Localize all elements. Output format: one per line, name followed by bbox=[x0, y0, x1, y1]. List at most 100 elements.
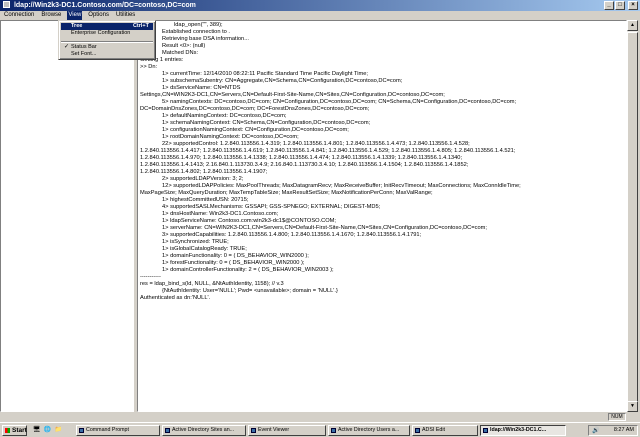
menu-utilities[interactable]: Utilities bbox=[115, 11, 136, 20]
task-label: Event Viewer bbox=[258, 427, 290, 433]
output-line: 1.2.840.113556.1.4.970; 1.2.840.113556.1… bbox=[140, 155, 463, 161]
event-viewer-icon bbox=[251, 428, 256, 433]
menu-item-tree-label: Tree bbox=[71, 23, 83, 29]
menu-item-enterprise-label: Enterprise Configuration bbox=[71, 30, 131, 36]
browser-icon[interactable]: 🌐 bbox=[43, 426, 52, 435]
taskbar-button-command-prompt[interactable]: Command Prompt bbox=[76, 425, 160, 436]
output-line: 1> ldapServiceName: Contoso.com:win2k3-d… bbox=[162, 218, 336, 224]
num-lock-indicator: NUM bbox=[608, 413, 626, 421]
ldp-icon bbox=[483, 428, 488, 433]
output-line: ----------- bbox=[140, 274, 161, 280]
start-label: Start bbox=[12, 427, 27, 434]
menu-item-set-font[interactable]: Set Font... bbox=[61, 51, 153, 58]
menu-view[interactable]: View bbox=[67, 11, 83, 20]
output-line: Settings,CN=WIN2K3-DC1,CN=Servers,CN=Def… bbox=[140, 92, 445, 98]
output-line: 1> dsServiceName: CN=NTDS bbox=[162, 85, 241, 91]
output-line: Authenticated as dn:'NULL'. bbox=[140, 295, 211, 301]
output-line: 1> isSynchronized: TRUE; bbox=[162, 239, 229, 245]
tree-pane[interactable] bbox=[0, 20, 134, 412]
status-bar: NUM bbox=[0, 412, 640, 422]
scroll-up-button[interactable]: ▲ bbox=[627, 20, 638, 31]
show-desktop-icon[interactable]: 🖥 bbox=[32, 426, 41, 435]
output-line: 1> isGlobalCatalogReady: TRUE; bbox=[162, 246, 247, 252]
output-line: 1> dnsHostName: Win2k3-DC1.Contoso.com; bbox=[162, 211, 279, 217]
title-bar[interactable]: ldap://Win2k3-DC1.Contoso.com/DC=contoso… bbox=[0, 0, 640, 11]
output-line: 1.2.840.113556.1.4.1413; 2.16.840.1.1137… bbox=[140, 162, 469, 168]
menu-item-set-font-label: Set Font... bbox=[71, 51, 97, 57]
explorer-icon[interactable]: 📁 bbox=[54, 426, 63, 435]
output-line: 1> domainFunctionality: 0 = ( DS_BEHAVIO… bbox=[162, 253, 309, 259]
check-icon: ✓ bbox=[64, 44, 70, 50]
output-line: Matched DNs: bbox=[162, 50, 199, 56]
menu-browse[interactable]: Browse bbox=[40, 11, 62, 20]
output-line: 22> supportedControl: 1.2.840.113556.1.4… bbox=[162, 141, 470, 147]
window-title: ldap://Win2k3-DC1.Contoso.com/DC=contoso… bbox=[13, 2, 196, 9]
output-line: 1> schemaNamingContext: CN=Schema,CN=Con… bbox=[162, 120, 371, 126]
scroll-thumb[interactable] bbox=[627, 32, 638, 412]
menu-connection[interactable]: Connection bbox=[3, 11, 35, 20]
output-line: 1> forestFunctionality: 0 = ( DS_BEHAVIO… bbox=[162, 260, 305, 266]
adsi-edit-icon bbox=[415, 428, 420, 433]
ad-users-icon bbox=[331, 428, 336, 433]
taskbar-button-ad-sites[interactable]: Active Directory Sites an... bbox=[162, 425, 246, 436]
output-line: 1> serverName: CN=WIN2K3-DC1,CN=Servers,… bbox=[162, 225, 487, 231]
menu-separator bbox=[61, 38, 153, 42]
output-line: >> Dn: bbox=[140, 64, 158, 70]
output-line: 1.2.840.113556.1.4.802; 1.2.840.113556.1… bbox=[140, 169, 268, 175]
output-line: 1> configurationNamingContext: CN=Config… bbox=[162, 127, 349, 133]
task-label: Active Directory Users a... bbox=[338, 427, 400, 433]
command-prompt-icon bbox=[79, 428, 84, 433]
taskbar-button-event-viewer[interactable]: Event Viewer bbox=[248, 425, 326, 436]
menu-item-enterprise-configuration[interactable]: Enterprise Configuration bbox=[61, 30, 153, 37]
maximize-button[interactable]: □ bbox=[615, 1, 625, 10]
menu-item-status-bar-label: Status Bar bbox=[71, 44, 97, 50]
task-label: ADSI Edit bbox=[422, 427, 445, 433]
caption-buttons: _ □ × bbox=[604, 1, 638, 10]
output-line: 1> defaultNamingContext: DC=contoso,DC=c… bbox=[162, 113, 287, 119]
menu-item-status-bar[interactable]: ✓ Status Bar bbox=[61, 44, 153, 51]
output-line: 3> supportedCapabilities: 1.2.840.113556… bbox=[162, 232, 422, 238]
output-line: Retrieving base DSA information... bbox=[162, 36, 249, 42]
speaker-icon[interactable]: 🔊 bbox=[592, 428, 599, 434]
output-line: Result <0>: (null) bbox=[162, 43, 206, 49]
start-button[interactable]: Start bbox=[2, 425, 27, 436]
output-line: {NtAuthIdentity: User='NULL'; Pwd= <unav… bbox=[162, 288, 338, 294]
task-label: Active Directory Sites an... bbox=[172, 427, 235, 433]
output-line: 1> currentTime: 12/14/2010 08:22:11 Paci… bbox=[162, 71, 368, 77]
view-menu-dropdown: Tree Ctrl+T Enterprise Configuration ✓ S… bbox=[58, 20, 156, 60]
taskbar-button-adsi-edit[interactable]: ADSI Edit bbox=[412, 425, 478, 436]
output-line: ldap_open("", 389); bbox=[174, 22, 223, 28]
output-pane[interactable]: ldap_open("", 389); Established connectio… bbox=[137, 20, 627, 412]
output-line: 5> namingContexts: DC=contoso,DC=com; CN… bbox=[162, 99, 517, 105]
ad-sites-icon bbox=[165, 428, 170, 433]
system-tray: 🔊 8:27 AM bbox=[588, 425, 638, 436]
output-line: 1.2.840.113556.1.4.417; 1.2.840.113556.1… bbox=[140, 148, 516, 154]
windows-logo-icon bbox=[5, 428, 10, 433]
task-label: ldap://Win2k3-DC1.C... bbox=[490, 427, 547, 433]
output-line: 12> supportedLDAPPolicies: MaxPoolThread… bbox=[162, 183, 521, 189]
task-label: Command Prompt bbox=[86, 427, 129, 433]
taskbar-button-ad-users[interactable]: Active Directory Users a... bbox=[328, 425, 410, 436]
output-line: DC=DomainDnsZones,DC=contoso,DC=com; DC=… bbox=[140, 106, 370, 112]
output-line: MaxPageSize; MaxQueryDuration; MaxTempTa… bbox=[140, 190, 433, 196]
taskbar-button-ldp[interactable]: ldap://Win2k3-DC1.C... bbox=[480, 425, 566, 436]
vertical-scrollbar[interactable]: ▲ ▼ bbox=[627, 20, 638, 412]
menu-item-tree-shortcut: Ctrl+T bbox=[132, 23, 149, 29]
scroll-down-button[interactable]: ▼ bbox=[627, 401, 638, 412]
minimize-button[interactable]: _ bbox=[604, 1, 614, 10]
app-icon bbox=[3, 1, 10, 8]
output-line: 1> rootDomainNamingContext: DC=contoso,D… bbox=[162, 134, 299, 140]
output-line: 1> highestCommittedUSN: 20715; bbox=[162, 197, 249, 203]
output-line: 1> domainControllerFunctionality: 2 = ( … bbox=[162, 267, 334, 273]
output-line: res = ldap_bind_s(ld, NULL, &NtAuthIdent… bbox=[140, 281, 284, 287]
menu-item-tree[interactable]: Tree Ctrl+T bbox=[61, 23, 153, 30]
output-line: 2> supportedLDAPVersion: 3; 2; bbox=[162, 176, 244, 182]
clock[interactable]: 8:27 AM bbox=[614, 427, 634, 433]
ldp-window: ldap://Win2k3-DC1.Contoso.com/DC=contoso… bbox=[0, 0, 640, 422]
taskbar: Start 🖥 🌐 📁 Command Prompt Active Direct… bbox=[0, 422, 640, 437]
output-line: Established connection to . bbox=[162, 29, 230, 35]
menu-options[interactable]: Options bbox=[87, 11, 110, 20]
menu-bar: Connection Browse View Options Utilities bbox=[0, 11, 640, 20]
output-line: 1> subschemaSubentry: CN=Aggregate,CN=Sc… bbox=[162, 78, 403, 84]
close-button[interactable]: × bbox=[628, 1, 638, 10]
